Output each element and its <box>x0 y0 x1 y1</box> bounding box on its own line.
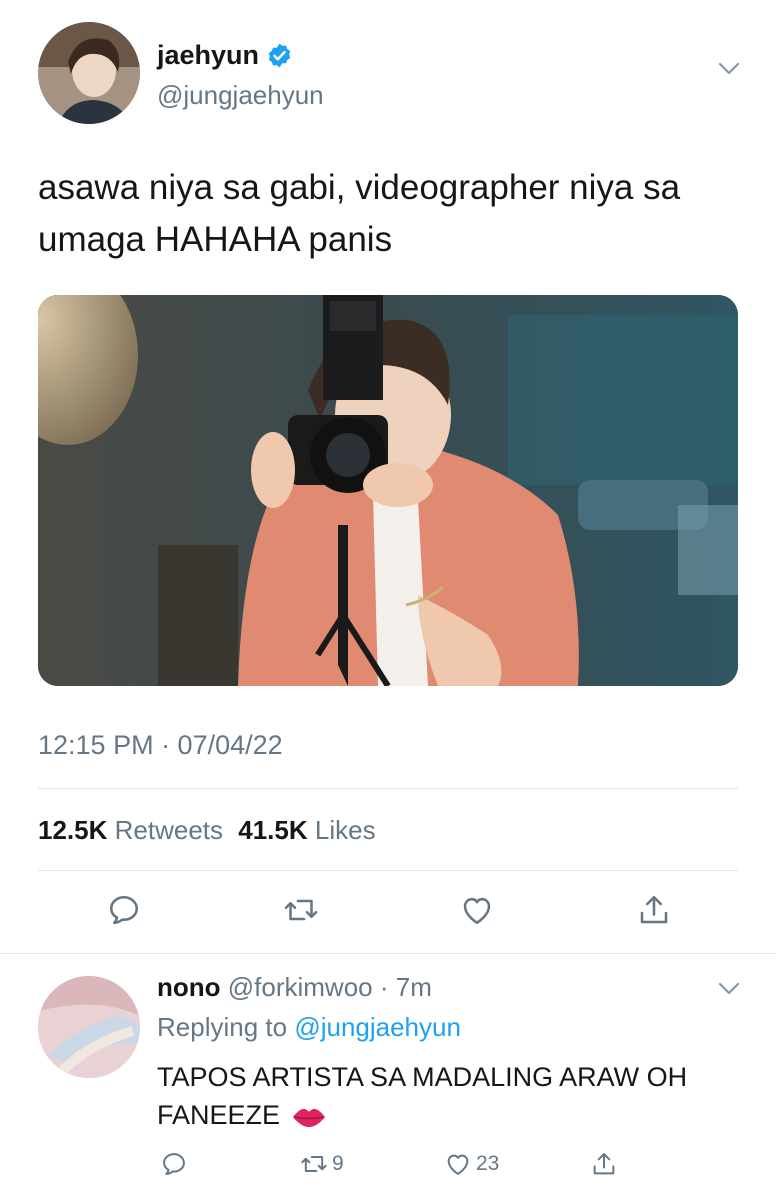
share-icon[interactable] <box>590 1150 618 1178</box>
avatar[interactable] <box>38 22 140 124</box>
author-name[interactable]: jaehyun <box>157 40 259 71</box>
reply-tweet[interactable]: nono @forkimwoo · 7m Replying to @jungja… <box>0 954 776 1200</box>
divider <box>38 870 738 871</box>
reply-like-button[interactable]: 23 <box>444 1150 499 1178</box>
like-icon[interactable] <box>459 892 495 928</box>
retweets-label[interactable]: Retweets <box>115 815 223 845</box>
author-handle[interactable]: @jungjaehyun <box>157 80 324 111</box>
like-icon[interactable] <box>444 1150 472 1178</box>
divider <box>38 788 738 789</box>
reply-icon[interactable] <box>106 892 142 928</box>
reply-icon[interactable] <box>160 1150 188 1178</box>
reply-header: nono @forkimwoo · 7m <box>157 972 432 1003</box>
tweet-actions <box>0 892 776 932</box>
reply-author-handle[interactable]: @forkimwoo <box>228 972 373 1002</box>
reply-reply-button[interactable] <box>160 1150 188 1178</box>
reply-time: · 7m <box>379 972 432 1002</box>
tweet-photo[interactable] <box>38 295 738 686</box>
retweets-count[interactable]: 12.5K <box>38 815 107 845</box>
retweet-icon[interactable] <box>283 892 319 928</box>
reply-text-content: TAPOS ARTISTA SA MADALING ARAW OH FANEEZ… <box>157 1062 688 1130</box>
reply-retweet-count: 9 <box>332 1152 344 1175</box>
share-icon[interactable] <box>636 892 672 928</box>
replying-to-link[interactable]: @jungjaehyun <box>294 1012 461 1042</box>
reply-author-name[interactable]: nono <box>157 972 221 1002</box>
replying-to: Replying to @jungjaehyun <box>157 1012 461 1043</box>
likes-count[interactable]: 41.5K <box>238 815 307 845</box>
likes-label[interactable]: Likes <box>315 815 376 845</box>
chevron-down-icon[interactable] <box>718 62 740 76</box>
author-row: jaehyun <box>157 40 293 71</box>
reply-like-count: 23 <box>476 1152 500 1175</box>
verified-badge-icon <box>268 43 291 68</box>
reply-retweet-button[interactable]: 9 <box>300 1150 344 1178</box>
tweet-text: asawa niya sa gabi, videographer niya sa… <box>38 168 681 259</box>
retweet-icon[interactable] <box>300 1150 328 1178</box>
chevron-down-icon[interactable] <box>718 982 740 996</box>
reply-share-button[interactable] <box>590 1150 618 1178</box>
reply-text: TAPOS ARTISTA SA MADALING ARAW OH FANEEZ… <box>157 1058 747 1134</box>
reply-actions: 9 23 <box>0 1150 776 1180</box>
lips-icon <box>292 1108 325 1127</box>
tweet-timestamp[interactable]: 12:15 PM · 07/04/22 <box>38 730 283 761</box>
replying-prefix: Replying to <box>157 1012 288 1042</box>
engagement-stats: 12.5K Retweets 41.5K Likes <box>38 815 376 846</box>
avatar[interactable] <box>38 976 140 1078</box>
